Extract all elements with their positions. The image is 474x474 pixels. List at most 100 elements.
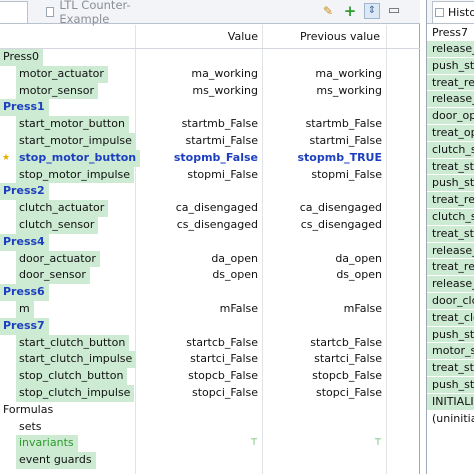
pin-icon[interactable]: ✎ (320, 3, 336, 19)
previous-value: da_open (335, 251, 382, 265)
previous-value: startmb_False (305, 117, 382, 131)
table-row[interactable]: invariants ⊤ ⊤ (0, 435, 420, 453)
history-item[interactable]: push_sta (427, 326, 474, 344)
tab-ltl-label: LTL Counter-Example (59, 0, 131, 26)
current-value: ca_disengaged (175, 201, 258, 215)
history-item[interactable]: release_s (427, 41, 474, 58)
history-item[interactable]: treat_sta (427, 360, 474, 377)
table-row[interactable]: motor_sensor ms_working ms_working (0, 82, 420, 100)
variable-name: sets (19, 419, 42, 433)
variable-name: door_actuator (16, 250, 100, 268)
history-item[interactable]: release_s (427, 276, 474, 293)
variable-name: start_clutch_button (16, 334, 130, 352)
table-row[interactable]: start_clutch_impulse startci_False startci… (0, 351, 420, 369)
variable-name: Formulas (3, 402, 54, 416)
history-item[interactable]: treat_sto (427, 158, 474, 176)
current-value: stopcb_False (188, 369, 258, 383)
variable-name: stop_clutch_button (16, 368, 128, 385)
variable-name: Press0 (0, 49, 43, 66)
history-item[interactable]: clutch_st (427, 141, 474, 159)
table-row[interactable]: start_clutch_button startcb_False startcb_… (0, 334, 420, 352)
variable-name: stop_motor_impulse (16, 166, 135, 184)
table-group-row[interactable]: Formulas (0, 402, 420, 419)
history-item[interactable]: (uninitial (427, 410, 474, 428)
table-row[interactable]: sets (0, 419, 420, 436)
previous-value: stopmi_False (311, 167, 382, 181)
tab-history[interactable]: Histor (432, 1, 474, 23)
variable-name: start_motor_impulse (16, 132, 136, 150)
current-value: ma_working (191, 66, 258, 80)
table-row[interactable]: stop_clutch_button stopcb_False stopcb_Fal… (0, 368, 420, 385)
table-row[interactable]: door_actuator da_open da_open (0, 250, 420, 268)
variable-name: clutch_sensor (16, 216, 99, 234)
variable-name: door_sensor (16, 267, 90, 285)
current-value: mFalse (219, 301, 258, 315)
history-item[interactable]: push_stc (427, 175, 474, 193)
table-group-row[interactable]: Press7 (0, 317, 420, 335)
history-item[interactable]: door_op (427, 108, 474, 125)
previous-value: stopmb_TRUE (297, 150, 383, 164)
current-value: ms_working (192, 83, 258, 97)
table-group-row[interactable]: Press2 (0, 183, 420, 201)
variable-name: start_clutch_impulse (16, 351, 137, 369)
table-row[interactable]: motor_actuator ma_working ma_working (0, 65, 420, 83)
table-row[interactable]: event guards (0, 452, 420, 469)
history-item[interactable]: push_sta (427, 376, 474, 394)
table-row[interactable]: clutch_actuator ca_disengaged ca_disengage… (0, 200, 420, 217)
history-list: release_spush_stctreat_relerelease_sdoor… (427, 41, 474, 428)
current-value: stopci_False (192, 385, 258, 399)
table-group-row[interactable]: Press4 (0, 233, 420, 251)
history-icon (435, 8, 444, 17)
tab-history-label: Histor (448, 6, 474, 19)
table-row[interactable]: door_sensor ds_open ds_open (0, 267, 420, 285)
tab-ltl-counter-example[interactable]: LTL Counter-Example (32, 0, 156, 26)
history-item[interactable]: release_s (427, 242, 474, 260)
history-item[interactable]: treat_rele (427, 74, 474, 92)
history-item[interactable]: door_clc (427, 292, 474, 310)
current-value: da_open (211, 251, 258, 265)
history-item[interactable]: clutch_st (427, 208, 474, 226)
history-item[interactable]: treat_rele (427, 192, 474, 209)
previous-value: startmi_False (309, 133, 382, 147)
variable-name: Press1 (0, 99, 49, 117)
history-item[interactable]: treat_clo (427, 309, 474, 327)
previous-value: cs_disengaged (300, 217, 382, 231)
filter-icon[interactable]: ⇕ (364, 3, 380, 19)
minimize-icon[interactable]: ▭ (386, 3, 402, 19)
history-item[interactable]: push_stc (427, 57, 474, 75)
previous-value: ⊤ (374, 438, 382, 449)
history-item[interactable]: treat_rele (427, 259, 474, 277)
previous-value: startci_False (314, 352, 382, 366)
table-row[interactable]: stop_clutch_impulse stopci_False stopci_Fa… (0, 384, 420, 402)
table-group-row[interactable]: Press0 (0, 49, 420, 66)
plus-icon[interactable]: + (342, 3, 358, 19)
current-value: stopmi_False (187, 167, 258, 181)
table-group-row[interactable]: Press6 (0, 284, 420, 301)
table-group-row[interactable]: Press1 (0, 99, 420, 117)
variable-name: Press6 (0, 284, 49, 301)
table-row[interactable]: start_motor_impulse startmi_False startmi_… (0, 132, 420, 150)
history-item[interactable]: release_s (427, 91, 474, 109)
view-icon (46, 7, 55, 17)
variable-name: Press7 (0, 317, 49, 335)
history-item[interactable]: treat_sta (427, 225, 474, 243)
table-row[interactable]: start_motor_button startmb_False startmb_F… (0, 116, 420, 133)
table-row[interactable]: stop_motor_impulse stopmi_False stopmi_Fal… (0, 166, 420, 184)
variable-name: motor_sensor (16, 82, 98, 100)
column-header-value[interactable]: Value (228, 25, 258, 49)
current-value: cs_disengaged (176, 217, 258, 231)
column-header-previous-value[interactable]: Previous value (300, 25, 380, 49)
variable-name: m (16, 300, 34, 318)
history-column-header[interactable]: Press7 (427, 24, 474, 42)
previous-value: stopcb_False (312, 369, 382, 383)
table-body: Press0 motor_actuator ma_working ma_working… (0, 49, 420, 469)
history-item[interactable]: motor_st (427, 343, 474, 361)
table-row[interactable]: clutch_sensor cs_disengaged cs_disengaged (0, 216, 420, 234)
history-item[interactable]: INITIALIS (427, 393, 474, 411)
tab-previous[interactable] (0, 1, 28, 23)
table-row[interactable]: m mFalse mFalse (0, 300, 420, 318)
variable-name: Press4 (0, 233, 49, 251)
view-toolbar: ✎ + ⇕ ▭ (320, 3, 402, 19)
history-item[interactable]: treat_op (427, 124, 474, 142)
table-row[interactable]: ★ stop_motor_button stopmb_False stopmb_TRU… (0, 149, 420, 167)
